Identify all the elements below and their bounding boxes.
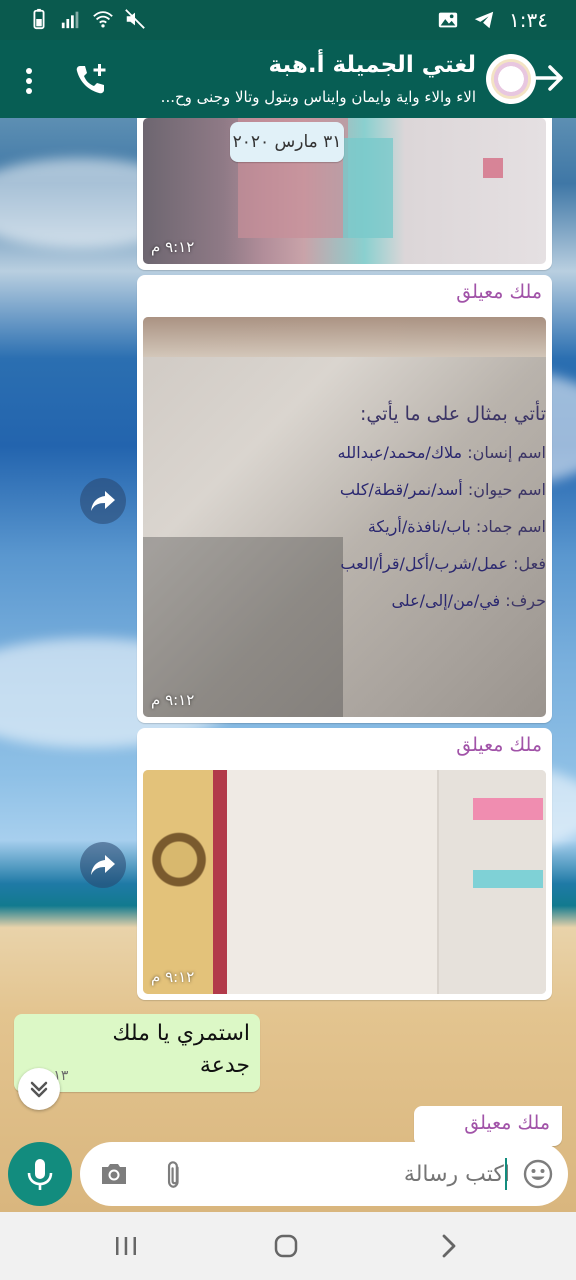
forward-icon: [91, 491, 115, 511]
nav-back-icon[interactable]: [432, 1230, 464, 1262]
chat-background: ٩:١٢ م ٣١ مارس ٢٠٢٠ ملك معيلق تأتي بمثال…: [0, 118, 576, 1212]
worksheet-label: اسم جماد:: [475, 517, 546, 536]
group-avatar[interactable]: [486, 54, 536, 104]
message-time: ٩:١٢ م: [151, 968, 195, 986]
message-text: استمري يا ملك جدعة: [112, 1021, 250, 1078]
worksheet-row: اسم إنسان: ملاك/محمد/عبدالله: [246, 443, 546, 462]
message-time: ٩:١٢ م: [151, 691, 195, 709]
worksheet: تأتي بمثال على ما يأتي: اسم إنسان: ملاك/…: [246, 403, 546, 610]
image-message[interactable]: ملك معيلق تأتي بمثال على ما يأتي: اسم إن…: [137, 275, 552, 723]
sender-name[interactable]: ملك معيلق: [456, 734, 542, 756]
chevron-down-icon: [30, 1081, 48, 1098]
incoming-message[interactable]: ملك معيلق: [414, 1106, 562, 1146]
system-nav-bar: [0, 1212, 576, 1280]
forward-button[interactable]: [80, 842, 126, 888]
photo-book-edge: [213, 770, 227, 994]
menu-icon[interactable]: [22, 66, 36, 96]
message-time: ٩:١٢ م: [151, 238, 195, 256]
nav-recents-icon[interactable]: [110, 1230, 142, 1262]
worksheet-heading: تأتي بمثال على ما يأتي:: [360, 403, 546, 425]
photo-page-left: [227, 770, 437, 994]
photo-highlight: [483, 158, 503, 178]
voice-record-button[interactable]: [8, 1142, 72, 1206]
worksheet-label: حرف:: [505, 591, 546, 610]
message-photo[interactable]: تأتي بمثال على ما يأتي: اسم إنسان: ملاك/…: [143, 317, 546, 717]
camera-icon[interactable]: [98, 1158, 130, 1190]
wifi-icon: [93, 11, 113, 28]
emoji-icon[interactable]: [522, 1158, 554, 1190]
back-arrow-icon[interactable]: [532, 58, 566, 98]
forward-button[interactable]: [80, 478, 126, 524]
text-caret: [505, 1158, 507, 1190]
photo-fabric: [143, 317, 546, 357]
worksheet-row: اسم جماد: باب/نافذة/أريكة: [246, 517, 546, 536]
worksheet-answer: أسد/نمر/قطة/كلب: [339, 480, 463, 499]
message-photo[interactable]: ٩:١٢ م: [143, 118, 546, 264]
photo-stripe: [343, 138, 393, 238]
mic-icon: [27, 1159, 53, 1190]
image-message[interactable]: ٩:١٢ م: [137, 118, 552, 270]
avatar-image: [491, 59, 531, 99]
signal-icon: [61, 11, 79, 29]
worksheet-answer: في/من/إلى/على: [391, 591, 501, 610]
photo-pink-band: [473, 798, 543, 820]
nav-home-icon[interactable]: [270, 1230, 302, 1262]
worksheet-answer: عمل/شرب/أكل/قرأ/العب: [340, 554, 509, 573]
mute-icon: [125, 9, 145, 29]
sender-name[interactable]: ملك معيلق: [464, 1112, 550, 1134]
chat-title[interactable]: لغتي الجميلة أ.هبة: [269, 52, 476, 78]
battery-icon: [33, 8, 45, 30]
date-chip: ٣١ مارس ٢٠٢٠: [230, 122, 344, 162]
worksheet-label: اسم إنسان:: [467, 443, 546, 462]
worksheet-answer: باب/نافذة/أريكة: [367, 517, 471, 536]
telegram-icon: [474, 11, 494, 29]
photo-teal-band: [473, 870, 543, 888]
worksheet-row: اسم حيوان: أسد/نمر/قطة/كلب: [246, 480, 546, 499]
sender-name[interactable]: ملك معيلق: [456, 281, 542, 303]
status-time: ١:٣٤: [509, 8, 548, 32]
message-composer[interactable]: [80, 1142, 568, 1206]
status-icons-right: ١:٣٤: [437, 8, 548, 32]
chat-participants[interactable]: الاء والاء واية وايمان وايناس وبتول وتال…: [116, 88, 476, 106]
message-input[interactable]: [190, 1154, 510, 1194]
chat-header: لغتي الجميلة أ.هبة الاء والاء واية وايما…: [0, 40, 576, 118]
forward-icon: [91, 855, 115, 875]
image-message[interactable]: ملك معيلق ٩:١٢ م: [137, 728, 552, 1000]
worksheet-row: فعل: عمل/شرب/أكل/قرأ/العب: [246, 554, 546, 573]
attach-icon[interactable]: [158, 1158, 190, 1190]
worksheet-row: حرف: في/من/إلى/على: [246, 591, 546, 610]
worksheet-answer: ملاك/محمد/عبدالله: [337, 443, 463, 462]
worksheet-label: فعل:: [513, 554, 546, 573]
call-add-icon[interactable]: [74, 62, 108, 96]
message-photo[interactable]: ٩:١٢ م: [143, 770, 546, 994]
scroll-to-bottom-button[interactable]: [18, 1068, 60, 1110]
status-bar: ١:٣٤: [0, 0, 576, 40]
worksheet-label: اسم حيوان:: [467, 480, 546, 499]
gallery-icon: [438, 12, 458, 28]
status-icons-left: [28, 8, 146, 30]
